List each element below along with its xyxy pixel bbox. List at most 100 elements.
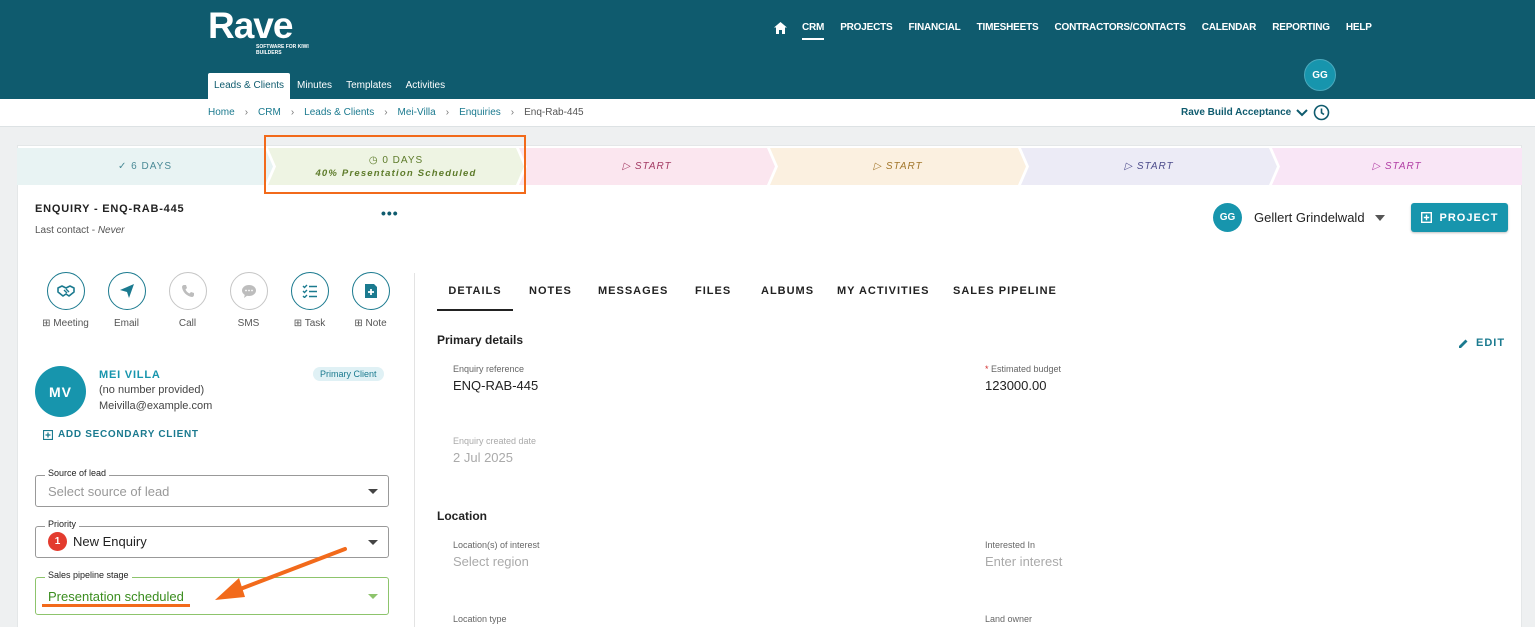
- enquiry-reference-value: ENQ-RAB-445: [453, 378, 539, 393]
- land-owner-field[interactable]: Land owner: [985, 614, 1032, 624]
- handshake-icon[interactable]: [46, 272, 85, 310]
- sales-pipeline-stage-value: Presentation scheduled: [48, 589, 184, 604]
- task-list-icon[interactable]: [290, 272, 329, 310]
- chevron-right-icon: ›: [290, 107, 295, 118]
- task-label: Task: [304, 318, 326, 329]
- pipeline-stage-6-label: START: [1384, 161, 1422, 172]
- tab-messages[interactable]: MESSAGES: [598, 276, 668, 311]
- subnav-minutes[interactable]: Minutes: [290, 73, 339, 99]
- enquiry-owner-select[interactable]: GG Gellert Grindelwald: [1213, 203, 1385, 232]
- owner-avatar: GG: [1213, 203, 1242, 232]
- meeting-label: Meeting: [53, 318, 89, 329]
- nav-calendar[interactable]: CALENDAR: [1202, 21, 1257, 35]
- call-action[interactable]: Call: [157, 272, 218, 329]
- paper-plane-icon[interactable]: [107, 272, 146, 310]
- enquiry-created-label: Enquiry created date: [453, 436, 537, 446]
- nav-help[interactable]: HELP: [1346, 21, 1372, 35]
- pipeline-stage-5-label: START: [1136, 161, 1174, 172]
- note-add-icon[interactable]: [351, 272, 390, 310]
- tab-my-activities[interactable]: MY ACTIVITIES: [837, 276, 929, 311]
- location-type-field[interactable]: Location type: [453, 614, 507, 624]
- company-selector-label: Rave Build Acceptance: [1181, 107, 1292, 118]
- add-secondary-client-label: ADD SECONDARY CLIENT: [58, 429, 199, 440]
- nav-projects[interactable]: PROJECTS: [840, 21, 893, 35]
- breadcrumb-leads-clients[interactable]: Leads & Clients: [304, 107, 374, 118]
- interested-in-label: Interested In: [985, 540, 1036, 550]
- sub-nav: Leads & Clients Minutes Templates Activi…: [208, 73, 452, 99]
- nav-crm[interactable]: CRM: [802, 21, 824, 40]
- annotation-highlight-box: [264, 135, 526, 194]
- play-icon: ▷: [1124, 161, 1134, 172]
- history-clock-icon[interactable]: [1313, 104, 1330, 121]
- primary-details-heading: Primary details: [437, 333, 524, 347]
- breadcrumb-client[interactable]: Mei-Villa: [398, 107, 436, 118]
- phone-icon[interactable]: [168, 272, 207, 310]
- client-email: Meivilla@example.com: [99, 400, 213, 412]
- detail-tabs: DETAILS NOTES MESSAGES FILES ALBUMS MY A…: [437, 276, 1508, 311]
- enquiry-created-value: 2 Jul 2025: [453, 450, 513, 465]
- interested-in-field[interactable]: Interested In Enter interest: [985, 540, 1062, 569]
- client-phone: (no number provided): [99, 384, 205, 396]
- last-contact: Last contact - Never: [35, 225, 125, 236]
- annotation-arrow-icon: [215, 547, 347, 600]
- pipeline-stage-3[interactable]: ▷ START: [519, 148, 775, 185]
- caret-down-icon: [1374, 214, 1385, 221]
- estimated-budget-field: * Estimated budget 123000.00: [985, 364, 1061, 393]
- pipeline-stage-6[interactable]: ▷ START: [1272, 148, 1522, 185]
- tab-albums[interactable]: ALBUMS: [761, 276, 814, 311]
- priority-label: Priority: [45, 519, 80, 529]
- sales-pipeline-stage-label: Sales pipeline stage: [45, 570, 132, 580]
- nav-contractors-contacts[interactable]: CONTRACTORS/CONTACTS: [1055, 21, 1186, 35]
- email-action[interactable]: Email: [96, 272, 157, 329]
- nav-reporting[interactable]: REPORTING: [1272, 21, 1330, 35]
- note-action[interactable]: ⊞ Note: [340, 272, 401, 329]
- priority-number-badge: 1: [48, 532, 67, 551]
- logo-tagline: SOFTWARE FOR KIWI BUILDERS: [256, 44, 309, 56]
- chat-bubble-icon[interactable]: [229, 272, 268, 310]
- pipeline-stage-4[interactable]: ▷ START: [770, 148, 1026, 185]
- pipeline-stage-5[interactable]: ▷ START: [1021, 148, 1277, 185]
- sms-action[interactable]: SMS: [218, 272, 279, 329]
- user-avatar[interactable]: GG: [1304, 59, 1336, 91]
- nav-timesheets[interactable]: TIMESHEETS: [977, 21, 1039, 35]
- enquiry-reference-label: Enquiry reference: [453, 364, 525, 374]
- task-action[interactable]: ⊞ Task: [279, 272, 340, 329]
- breadcrumb-current: Enq-Rab-445: [524, 107, 584, 118]
- subnav-templates[interactable]: Templates: [339, 73, 399, 99]
- chevron-right-icon: ›: [244, 107, 249, 118]
- edit-button[interactable]: EDIT: [1458, 337, 1505, 349]
- locations-of-interest-field[interactable]: Location(s) of interest Select region: [453, 540, 540, 569]
- breadcrumb-home[interactable]: Home: [208, 107, 235, 118]
- source-of-lead-label: Source of lead: [45, 468, 110, 478]
- annotation-underline: [42, 604, 190, 607]
- breadcrumb-crm[interactable]: CRM: [258, 107, 281, 118]
- play-icon: ▷: [873, 161, 883, 172]
- tab-sales-pipeline[interactable]: SALES PIPELINE: [953, 276, 1057, 311]
- tab-details[interactable]: DETAILS: [437, 276, 513, 311]
- breadcrumb-enquiries[interactable]: Enquiries: [459, 107, 501, 118]
- add-project-button[interactable]: PROJECT: [1411, 203, 1508, 232]
- pipeline-stage-3-label: START: [634, 161, 672, 172]
- nav-financial[interactable]: FINANCIAL: [909, 21, 961, 35]
- source-of-lead-select[interactable]: Source of lead Select source of lead: [35, 468, 389, 507]
- client-name-link[interactable]: MEI VILLA: [99, 369, 161, 381]
- meeting-action[interactable]: ⊞ Meeting: [35, 272, 96, 329]
- last-contact-value: Never: [97, 225, 125, 236]
- main-nav: CRM PROJECTS FINANCIAL TIMESHEETS CONTRA…: [774, 20, 1388, 40]
- locations-of-interest-label: Location(s) of interest: [453, 540, 540, 550]
- logo-wordmark: Rave: [208, 5, 293, 46]
- tab-notes[interactable]: NOTES: [529, 276, 572, 311]
- chevron-right-icon: ›: [384, 107, 388, 118]
- rave-logo[interactable]: Rave SOFTWARE FOR KIWI BUILDERS: [208, 5, 309, 57]
- plus-box-icon: ⊞: [293, 318, 305, 329]
- home-icon[interactable]: [774, 21, 788, 35]
- caret-down-icon: [368, 489, 378, 494]
- subnav-leads-clients[interactable]: Leads & Clients: [208, 73, 291, 99]
- enquiry-created-field: Enquiry created date 2 Jul 2025: [453, 436, 536, 465]
- company-selector[interactable]: Rave Build Acceptance: [1181, 107, 1308, 118]
- add-secondary-client-button[interactable]: ADD SECONDARY CLIENT: [43, 429, 199, 440]
- pipeline-stage-1[interactable]: ✓ 6 DAYS: [17, 148, 273, 185]
- subnav-activities[interactable]: Activities: [399, 73, 452, 99]
- tab-files[interactable]: FILES: [695, 276, 731, 311]
- more-options-icon[interactable]: •••: [381, 206, 399, 220]
